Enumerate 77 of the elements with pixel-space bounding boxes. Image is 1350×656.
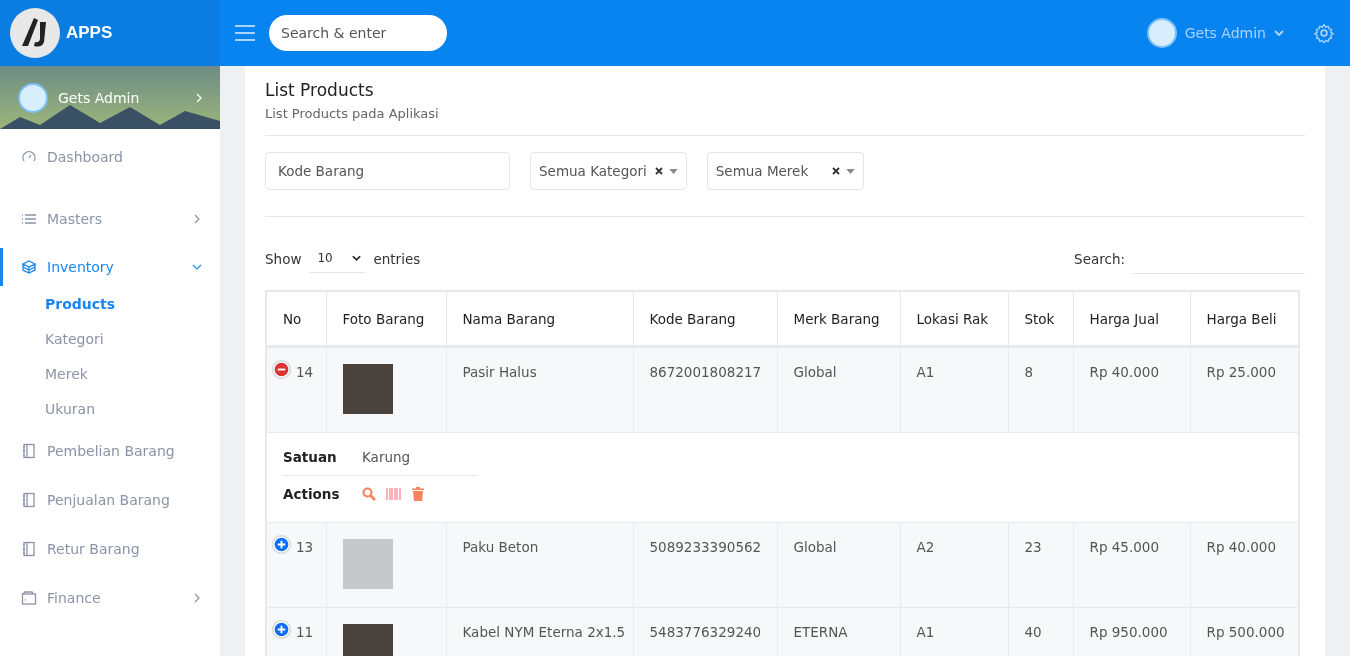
table-cell: Global: [793, 364, 837, 380]
table-cell: ETERNA: [793, 624, 848, 640]
search-label: Search:: [1074, 250, 1125, 267]
user-name[interactable]: Gets Admin: [1184, 25, 1266, 41]
table-cell: Rp 25.000: [1206, 364, 1276, 380]
table-cell: Rp 950.000: [1089, 624, 1168, 640]
clear-icon[interactable]: [831, 167, 840, 175]
nav-icon: [21, 259, 37, 275]
caret-icon: [352, 255, 362, 261]
settings-icon[interactable]: [1314, 23, 1334, 43]
brand-name: APPS: [66, 23, 113, 43]
table-cell: 23: [1024, 539, 1042, 555]
photo-placeholder: [342, 539, 393, 589]
expand-icon[interactable]: [273, 536, 290, 553]
avatar[interactable]: [1146, 18, 1177, 48]
search-field[interactable]: Search & enter: [269, 15, 447, 51]
sidebar-item[interactable]: Inventory: [0, 248, 220, 286]
chevron-icon: [196, 92, 202, 103]
table-cell: A1: [916, 364, 935, 380]
sidebar-item[interactable]: Retur Barang: [0, 524, 220, 573]
sidebar-item[interactable]: Pembelian Barang: [0, 426, 220, 475]
category-select[interactable]: Semua Kategori: [530, 152, 687, 190]
table-cell: Kabel NYM Eterna 2x1.5: [462, 624, 626, 640]
avatar: [18, 82, 48, 113]
show-label: Show: [265, 250, 302, 267]
table-cell: 5089233390562: [649, 539, 762, 555]
table-cell: 13: [296, 539, 314, 555]
sidebar-item[interactable]: Dashboard: [0, 145, 220, 169]
user-name: Gets Admin: [58, 89, 141, 106]
barcode-icon[interactable]: [386, 488, 402, 500]
table-cell: Rp 40.000: [1206, 539, 1276, 555]
submenu-item[interactable]: Ukuran: [0, 391, 220, 426]
table-cell: Rp 500.000: [1206, 624, 1285, 640]
search-icon[interactable]: [362, 487, 376, 501]
sidebar-item[interactable]: Finance: [0, 573, 220, 622]
table-cell: Global: [793, 539, 837, 555]
logo-icon: [10, 8, 60, 58]
table-cell: Rp 40.000: [1089, 364, 1159, 380]
table-cell: Paku Beton: [462, 539, 539, 555]
table-cell: Pasir Halus: [462, 364, 537, 380]
table-cell: 40: [1024, 624, 1042, 640]
entries-label: entries: [373, 250, 421, 267]
menu-icon[interactable]: [235, 25, 255, 41]
nav-icon: [21, 442, 37, 459]
page-subtitle: List Products pada Aplikasi: [265, 106, 440, 121]
table-cell: 8: [1024, 364, 1034, 380]
collapse-icon[interactable]: [273, 361, 290, 378]
submenu-item[interactable]: Products: [0, 286, 220, 321]
caret-icon[interactable]: [1274, 30, 1284, 36]
nav-icon: [21, 491, 37, 508]
table-cell: A2: [916, 539, 935, 555]
nav-icon: [21, 540, 37, 557]
table-cell: 14: [296, 364, 314, 380]
detail-value: Karung: [362, 449, 411, 465]
table-cell: 5483776329240: [649, 624, 762, 640]
submenu-item[interactable]: Kategori: [0, 321, 220, 356]
profile-banner[interactable]: Gets Admin: [0, 66, 220, 129]
photo-placeholder: [342, 364, 393, 414]
sidebar-item[interactable]: Penjualan Barang: [0, 475, 220, 524]
detail-label: Satuan: [283, 449, 338, 465]
table-cell: 8672001808217: [649, 364, 762, 380]
caret-icon: [668, 168, 678, 174]
code-field[interactable]: Kode Barang: [265, 152, 510, 190]
detail-label: Actions: [283, 486, 341, 502]
sidebar-item[interactable]: Masters: [0, 194, 220, 243]
brand-select[interactable]: Semua Merek: [706, 152, 864, 190]
nav-icon: [21, 589, 37, 606]
submenu-item[interactable]: Merek: [0, 356, 220, 391]
caret-icon: [845, 168, 855, 174]
table-cell: A1: [916, 624, 935, 640]
table-cell: 11: [296, 624, 314, 640]
page-title: List Products: [265, 80, 375, 100]
trash-icon[interactable]: [412, 487, 424, 501]
entries-select[interactable]: 10: [309, 244, 366, 273]
clear-icon[interactable]: [654, 167, 663, 175]
table-cell: Rp 45.000: [1089, 539, 1159, 555]
expand-icon[interactable]: [273, 621, 290, 638]
